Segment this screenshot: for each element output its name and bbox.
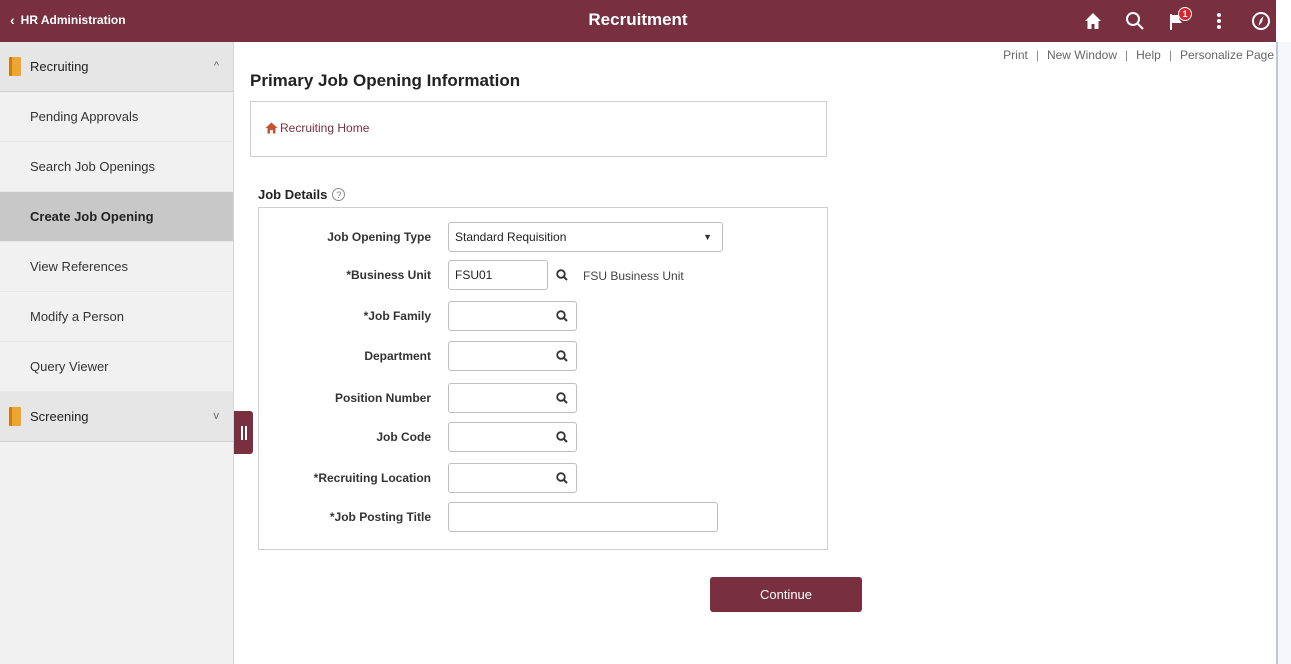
job-posting-title-input[interactable]: [448, 502, 718, 532]
form-row-recruiting-location: *Recruiting Location: [259, 463, 819, 493]
dropdown-arrow-icon: ▼: [703, 232, 712, 242]
help-link[interactable]: Help: [1136, 48, 1161, 62]
continue-button[interactable]: Continue: [710, 577, 862, 612]
new-window-link[interactable]: New Window: [1047, 48, 1117, 62]
sidebar-item-label: Search Job Openings: [30, 159, 156, 174]
sidebar-item-label: Pending Approvals: [30, 109, 139, 124]
pause-bar-icon: [240, 425, 243, 440]
section-title: Job Details: [258, 187, 328, 202]
link-separator: |: [1125, 48, 1129, 62]
sidebar-item-pending-approvals[interactable]: Pending Approvals: [0, 92, 233, 142]
sidebar-item-modify-a-person[interactable]: Modify a Person: [0, 292, 233, 342]
page-utility-links: Print | New Window | Help | Personalize …: [1003, 48, 1274, 62]
pause-bar-icon: [244, 425, 247, 440]
business-unit-input[interactable]: FSU01: [448, 260, 548, 290]
form-row-job-family: *Job Family: [259, 301, 819, 331]
sidebar-section-screening[interactable]: Screening v: [0, 392, 233, 442]
recruiting-home-label: Recruiting Home: [280, 121, 370, 135]
field-label: *Business Unit: [346, 268, 431, 282]
job-opening-type-select[interactable]: Standard Requisition ▼: [448, 222, 723, 252]
field-label: Job Opening Type: [327, 230, 431, 244]
chevron-up-icon: ^: [213, 60, 219, 72]
sidebar-item-query-viewer[interactable]: Query Viewer: [0, 342, 233, 392]
form-row-job-code: Job Code: [259, 422, 819, 452]
flag-icon[interactable]: 1: [1162, 6, 1192, 36]
lookup-search-icon[interactable]: [549, 301, 575, 331]
folder-icon: [9, 407, 21, 426]
field-label: Department: [364, 349, 431, 363]
print-link[interactable]: Print: [1003, 48, 1028, 62]
field-label: *Job Family: [363, 309, 431, 323]
notification-badge: 1: [1178, 7, 1192, 21]
navigator-icon[interactable]: [1246, 6, 1276, 36]
select-value: Standard Requisition: [455, 230, 567, 244]
link-separator: |: [1168, 48, 1172, 62]
sidebar-item-search-job-openings[interactable]: Search Job Openings: [0, 142, 233, 192]
lookup-search-icon[interactable]: [549, 341, 575, 371]
home-icon[interactable]: [1078, 6, 1108, 36]
sidebar-item-label: View References: [30, 259, 129, 274]
personalize-page-link[interactable]: Personalize Page: [1180, 48, 1274, 62]
sidebar-section-label: Screening: [30, 409, 89, 424]
sidebar-item-label: Modify a Person: [30, 309, 124, 324]
business-unit-description: FSU Business Unit: [583, 269, 684, 283]
search-icon[interactable]: [1120, 6, 1150, 36]
sidebar-item-create-job-opening[interactable]: Create Job Opening: [0, 192, 233, 242]
lookup-search-icon[interactable]: [549, 422, 575, 452]
help-icon[interactable]: ?: [332, 188, 346, 201]
home-icon: [265, 122, 278, 134]
field-label: Position Number: [334, 391, 431, 405]
form-row-business-unit: *Business Unit FSU01 FSU Business Unit: [259, 260, 819, 290]
link-separator: |: [1035, 48, 1039, 62]
chevron-down-icon: v: [213, 410, 220, 422]
window-scrollbar[interactable]: [1276, 42, 1291, 664]
form-row-job-posting-title: *Job Posting Title: [259, 502, 819, 532]
lookup-search-icon[interactable]: [549, 463, 575, 493]
sidebar-item-view-references[interactable]: View References: [0, 242, 233, 292]
form-row-job-opening-type: Job Opening Type Standard Requisition ▼: [259, 222, 819, 252]
field-label: *Recruiting Location: [313, 471, 431, 485]
sidebar-section-label: Recruiting: [30, 59, 89, 74]
job-details-form: Job Opening Type Standard Requisition ▼ …: [258, 207, 828, 550]
lookup-search-icon[interactable]: [549, 383, 575, 413]
form-row-department: Department: [259, 341, 819, 371]
more-vertical-icon[interactable]: [1204, 6, 1234, 36]
field-label: *Job Posting Title: [329, 510, 431, 524]
input-value: FSU01: [455, 268, 493, 282]
top-banner: ‹ HR Administration Recruitment 1: [0, 0, 1276, 42]
field-label: Job Code: [376, 430, 431, 444]
recruiting-home-panel: Recruiting Home: [250, 101, 827, 157]
sidebar: Recruiting ^ Pending Approvals Search Jo…: [0, 42, 234, 664]
header-actions: 1: [1066, 6, 1276, 36]
form-row-position-number: Position Number: [259, 383, 819, 413]
job-details-heading: Job Details ?: [258, 187, 346, 202]
lookup-search-icon[interactable]: [549, 260, 575, 290]
page-title: Primary Job Opening Information: [250, 71, 521, 90]
sidebar-item-label: Query Viewer: [30, 359, 109, 374]
folder-icon: [9, 57, 21, 76]
sidebar-collapse-handle[interactable]: [234, 411, 253, 454]
recruiting-home-link[interactable]: Recruiting Home: [265, 121, 369, 135]
sidebar-item-label: Create Job Opening: [30, 209, 154, 224]
sidebar-section-recruiting[interactable]: Recruiting ^: [0, 42, 233, 92]
